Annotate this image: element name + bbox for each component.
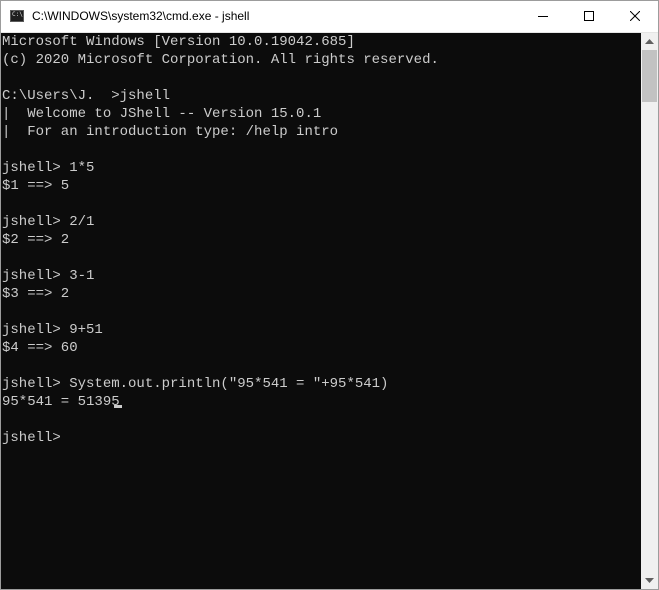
console-output[interactable]: Microsoft Windows [Version 10.0.19042.68… xyxy=(1,33,641,589)
console-line: $4 ==> 60 xyxy=(2,340,78,356)
cmd-icon[interactable]: C:\ xyxy=(10,10,24,22)
console-line: jshell> 1*5 xyxy=(2,160,95,176)
scroll-thumb[interactable] xyxy=(642,50,657,102)
console-line: | For an introduction type: /help intro xyxy=(2,124,339,140)
maximize-icon xyxy=(584,11,594,21)
close-icon xyxy=(630,11,640,21)
console-line: jshell> 9+51 xyxy=(2,322,103,338)
console-line: | Welcome to JShell -- Version 15.0.1 xyxy=(2,106,322,122)
console-line: (c) 2020 Microsoft Corporation. All righ… xyxy=(2,52,439,68)
minimize-icon xyxy=(538,16,548,17)
console-line: $3 ==> 2 xyxy=(2,286,70,302)
text-cursor xyxy=(113,405,122,408)
console-line: Microsoft Windows [Version 10.0.19042.68… xyxy=(2,34,355,50)
console-line: C:\Users\J. >jshell xyxy=(2,88,171,104)
scroll-up-button[interactable] xyxy=(641,33,658,50)
scroll-up-arrow-icon xyxy=(645,39,654,44)
console-line: $1 ==> 5 xyxy=(2,178,70,194)
console-line: jshell> 3-1 xyxy=(2,268,95,284)
scroll-down-arrow-icon xyxy=(645,578,654,583)
console-line: jshell> System.out.println("95*541 = "+9… xyxy=(2,376,389,392)
vertical-scrollbar[interactable] xyxy=(641,33,658,589)
maximize-button[interactable] xyxy=(566,1,612,32)
console-line-output-cursor: 95*541 = 51395 xyxy=(2,393,641,411)
cmd-prompt-glyph: C:\ xyxy=(12,11,23,18)
console-line: jshell> 2/1 xyxy=(2,214,95,230)
scroll-down-button[interactable] xyxy=(641,572,658,589)
minimize-button[interactable] xyxy=(520,1,566,32)
cmd-window: C:\ C:\WINDOWS\system32\cmd.exe - jshell… xyxy=(0,0,659,590)
console-line-text: 95*541 = 51395 xyxy=(2,394,120,410)
console-line: $2 ==> 2 xyxy=(2,232,70,248)
window-title: C:\WINDOWS\system32\cmd.exe - jshell xyxy=(32,9,250,23)
console-lines: Microsoft Windows [Version 10.0.19042.68… xyxy=(1,33,641,447)
title-bar[interactable]: C:\ C:\WINDOWS\system32\cmd.exe - jshell xyxy=(1,1,658,33)
console-prompt-line[interactable]: jshell> xyxy=(2,429,641,447)
close-button[interactable] xyxy=(612,1,658,32)
